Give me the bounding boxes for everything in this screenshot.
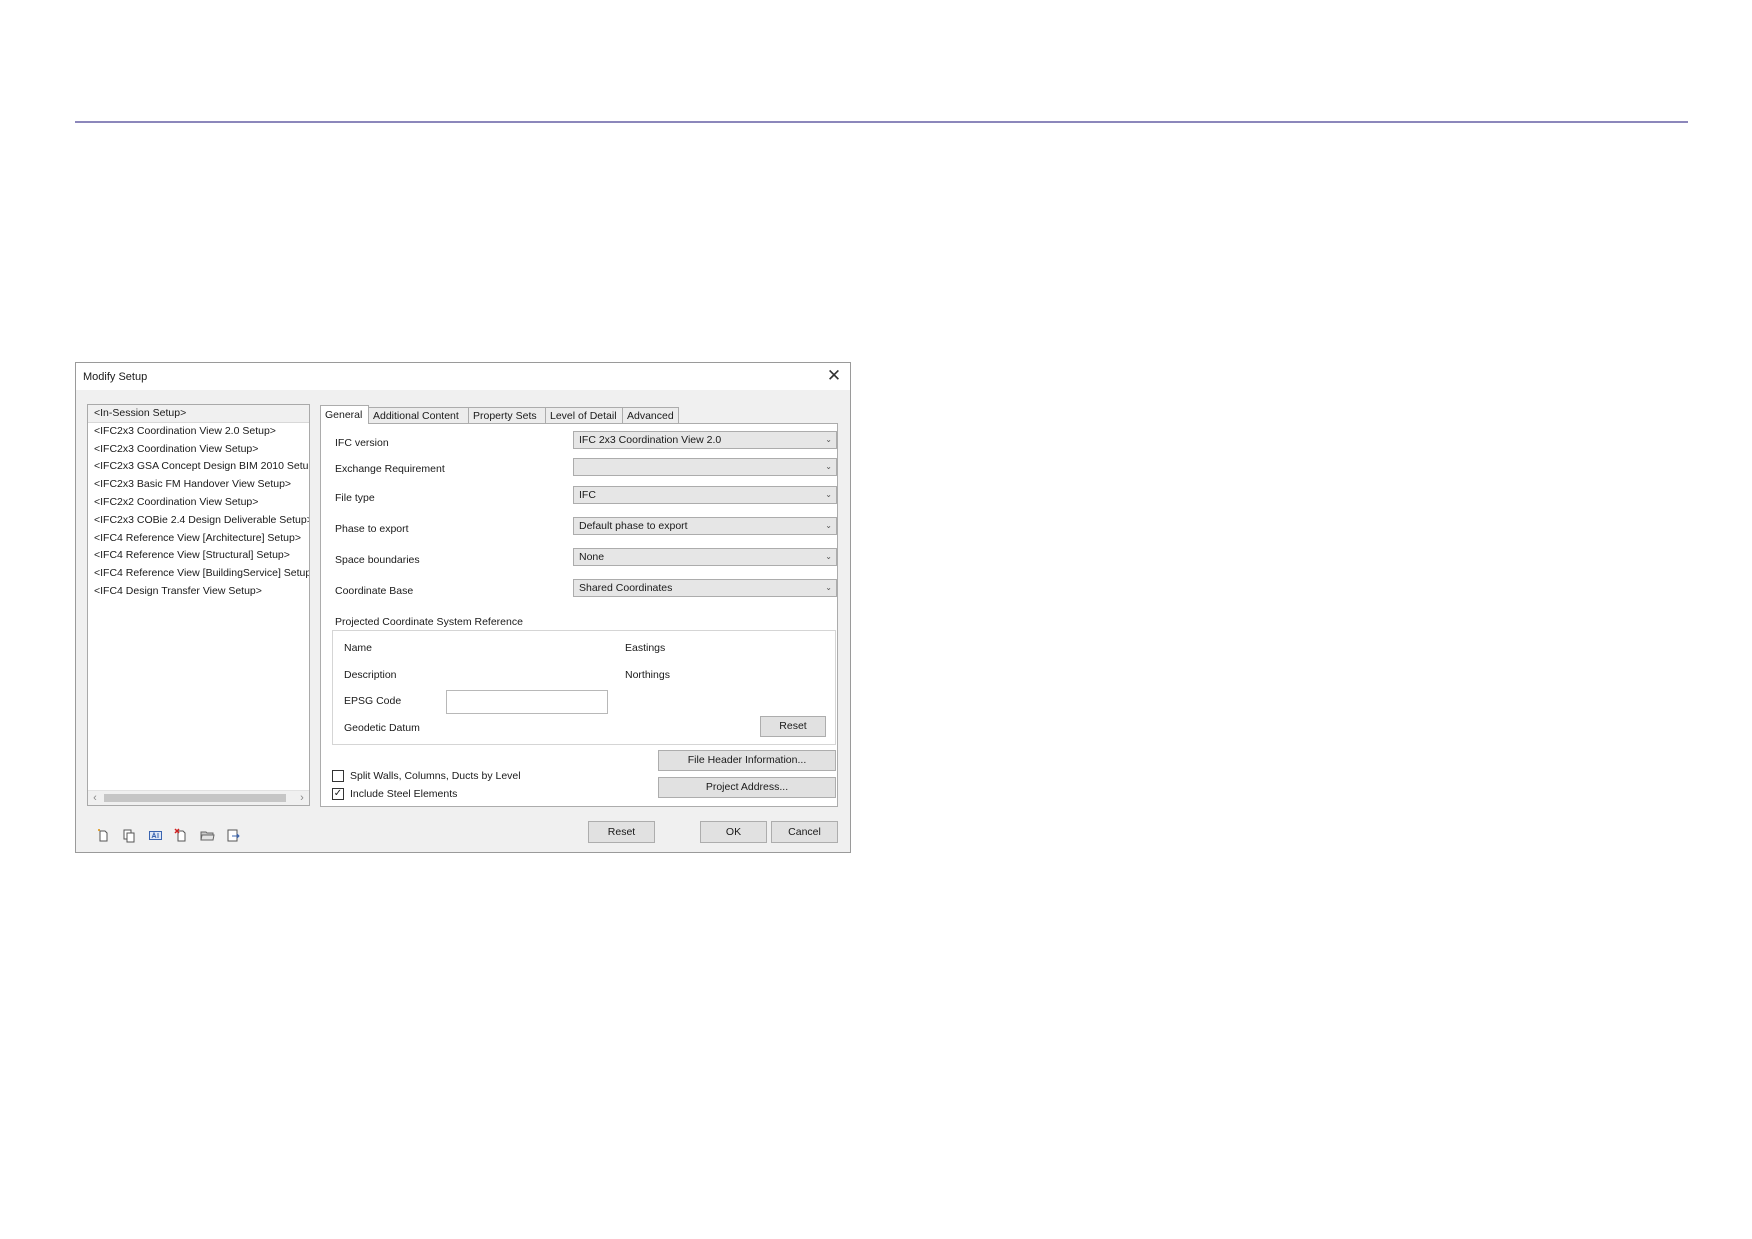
geodetic-datum-label: Geodetic Datum bbox=[344, 722, 420, 734]
tab-general[interactable]: General bbox=[320, 405, 369, 424]
coordinate-base-value: Shared Coordinates bbox=[579, 582, 673, 594]
ifc-version-select[interactable]: IFC 2x3 Coordination View 2.0 ⌄ bbox=[573, 431, 837, 449]
duplicate-setup-icon[interactable] bbox=[122, 828, 137, 843]
northings-label: Northings bbox=[625, 669, 670, 681]
space-boundaries-value: None bbox=[579, 551, 605, 563]
modify-setup-dialog: Modify Setup ✕ <In-Session Setup> <IFC2x3… bbox=[75, 362, 851, 853]
chevron-down-icon: ⌄ bbox=[825, 462, 832, 471]
setup-list-item[interactable]: <IFC2x3 Coordination View Setup> bbox=[88, 441, 309, 459]
ok-button[interactable]: OK bbox=[700, 821, 767, 843]
coordinate-base-label: Coordinate Base bbox=[335, 585, 414, 597]
split-walls-checkbox[interactable] bbox=[332, 770, 344, 782]
delete-setup-icon[interactable] bbox=[174, 828, 189, 843]
eastings-label: Eastings bbox=[625, 642, 666, 654]
epsg-code-input[interactable] bbox=[446, 690, 608, 714]
setup-list-item[interactable]: <IFC2x3 COBie 2.4 Design Deliverable Set… bbox=[88, 512, 309, 530]
setup-list-item[interactable]: <IFC4 Design Transfer View Setup> bbox=[88, 583, 309, 601]
page-divider bbox=[75, 121, 1688, 123]
general-tab-panel: IFC version IFC 2x3 Coordination View 2.… bbox=[320, 423, 838, 807]
crs-name-label: Name bbox=[344, 642, 373, 654]
tab-additional-content[interactable]: Additional Content bbox=[368, 407, 469, 423]
include-steel-checkbox[interactable]: ✓ bbox=[332, 788, 344, 800]
crs-description-label: Description bbox=[344, 669, 397, 681]
setup-list-item[interactable]: <IFC2x2 Coordination View Setup> bbox=[88, 494, 309, 512]
rename-setup-icon[interactable] bbox=[148, 828, 163, 843]
ifc-version-value: IFC 2x3 Coordination View 2.0 bbox=[579, 434, 722, 446]
tab-level-of-detail[interactable]: Level of Detail bbox=[545, 407, 623, 423]
crs-reset-button[interactable]: Reset bbox=[760, 716, 826, 737]
space-boundaries-label: Space boundaries bbox=[335, 554, 420, 566]
cancel-button[interactable]: Cancel bbox=[771, 821, 838, 843]
exchange-requirement-select[interactable]: ⌄ bbox=[573, 458, 837, 476]
space-boundaries-select[interactable]: None ⌄ bbox=[573, 548, 837, 566]
scroll-right-icon[interactable]: › bbox=[295, 791, 309, 805]
projected-crs-group: Name Eastings Description Northings EPSG… bbox=[332, 630, 836, 745]
setup-list-item[interactable]: <IFC2x3 Basic FM Handover View Setup> bbox=[88, 476, 309, 494]
file-type-value: IFC bbox=[579, 489, 596, 501]
phase-to-export-value: Default phase to export bbox=[579, 520, 688, 532]
export-setup-icon[interactable] bbox=[226, 828, 241, 843]
setup-list-item[interactable]: <IFC2x3 GSA Concept Design BIM 2010 Setu… bbox=[88, 458, 309, 476]
chevron-down-icon: ⌄ bbox=[825, 583, 832, 592]
checkmark-icon: ✓ bbox=[333, 788, 343, 799]
chevron-down-icon: ⌄ bbox=[825, 490, 832, 499]
setup-list-item[interactable]: <In-Session Setup> bbox=[88, 405, 309, 423]
new-setup-icon[interactable] bbox=[96, 828, 111, 843]
coordinate-base-select[interactable]: Shared Coordinates ⌄ bbox=[573, 579, 837, 597]
include-steel-label: Include Steel Elements bbox=[350, 788, 458, 800]
setup-list-hscrollbar[interactable]: ‹ › bbox=[88, 790, 309, 805]
file-type-select[interactable]: IFC ⌄ bbox=[573, 486, 837, 504]
import-setup-icon[interactable] bbox=[200, 828, 215, 843]
epsg-code-label: EPSG Code bbox=[344, 695, 402, 707]
setup-list-item[interactable]: <IFC4 Reference View [Architecture] Setu… bbox=[88, 530, 309, 548]
ifc-version-label: IFC version bbox=[335, 437, 389, 449]
tab-advanced[interactable]: Advanced bbox=[622, 407, 679, 423]
reset-button[interactable]: Reset bbox=[588, 821, 655, 843]
scroll-left-icon[interactable]: ‹ bbox=[88, 791, 102, 805]
setup-list-item[interactable]: <IFC2x3 Coordination View 2.0 Setup> bbox=[88, 423, 309, 441]
file-type-label: File type bbox=[335, 492, 375, 504]
chevron-down-icon: ⌄ bbox=[825, 435, 832, 444]
tab-property-sets[interactable]: Property Sets bbox=[468, 407, 546, 423]
scrollbar-thumb[interactable] bbox=[104, 794, 286, 802]
exchange-requirement-label: Exchange Requirement bbox=[335, 463, 445, 475]
split-walls-label: Split Walls, Columns, Ducts by Level bbox=[350, 770, 521, 782]
chevron-down-icon: ⌄ bbox=[825, 521, 832, 530]
projected-crs-title: Projected Coordinate System Reference bbox=[335, 616, 523, 628]
project-address-button[interactable]: Project Address... bbox=[658, 777, 836, 798]
setup-list-item[interactable]: <IFC4 Reference View [Structural] Setup> bbox=[88, 547, 309, 565]
chevron-down-icon: ⌄ bbox=[825, 552, 832, 561]
setup-list-item[interactable]: <IFC4 Reference View [BuildingService] S… bbox=[88, 565, 309, 583]
dialog-title: Modify Setup bbox=[83, 371, 148, 383]
dialog-titlebar: Modify Setup ✕ bbox=[76, 363, 850, 390]
close-icon[interactable]: ✕ bbox=[824, 366, 844, 386]
phase-to-export-select[interactable]: Default phase to export ⌄ bbox=[573, 517, 837, 535]
phase-to-export-label: Phase to export bbox=[335, 523, 409, 535]
file-header-information-button[interactable]: File Header Information... bbox=[658, 750, 836, 771]
setup-list[interactable]: <In-Session Setup> <IFC2x3 Coordination V… bbox=[87, 404, 310, 806]
